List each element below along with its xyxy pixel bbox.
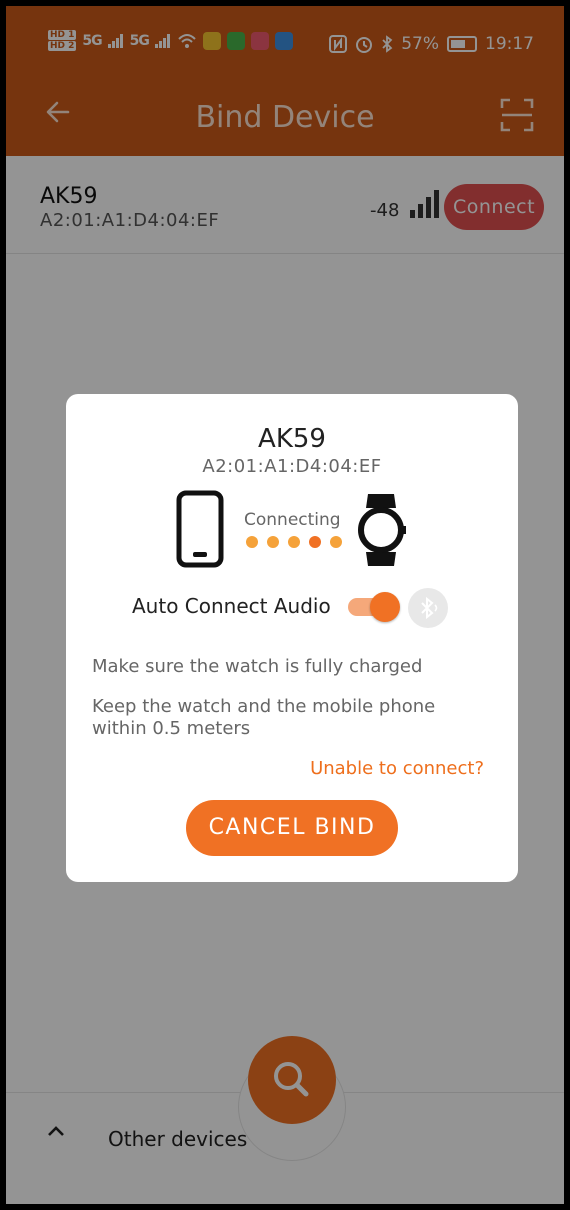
phone-icon [176, 490, 224, 568]
progress-dot [267, 536, 279, 548]
tip-charge: Make sure the watch is fully charged [92, 656, 423, 677]
connecting-progress-dots [246, 536, 342, 548]
cancel-bind-button[interactable]: CANCEL BIND [186, 800, 398, 856]
bluetooth-audio-button[interactable] [408, 588, 448, 628]
progress-dot [246, 536, 258, 548]
connecting-status: Connecting [244, 510, 341, 530]
auto-connect-audio-label: Auto Connect Audio [132, 594, 331, 618]
toggle-knob [370, 592, 400, 622]
binding-dialog: AK59 A2:01:A1:D4:04:EF Connecting Auto C… [66, 394, 518, 882]
progress-dot [288, 536, 300, 548]
watch-icon [358, 494, 406, 566]
dialog-device-mac: A2:01:A1:D4:04:EF [202, 456, 382, 477]
auto-connect-audio-toggle[interactable] [348, 592, 400, 622]
dialog-device-name: AK59 [258, 424, 326, 454]
progress-dot-active [309, 536, 321, 548]
bluetooth-audio-icon [421, 596, 438, 620]
progress-dot [330, 536, 342, 548]
tip-distance: Keep the watch and the mobile phone with… [92, 696, 436, 739]
app-screen: HD 1 HD 2 5G 5G 57% 19:17 Bind Device AK… [6, 6, 564, 1204]
unable-to-connect-link[interactable]: Unable to connect? [310, 758, 484, 779]
